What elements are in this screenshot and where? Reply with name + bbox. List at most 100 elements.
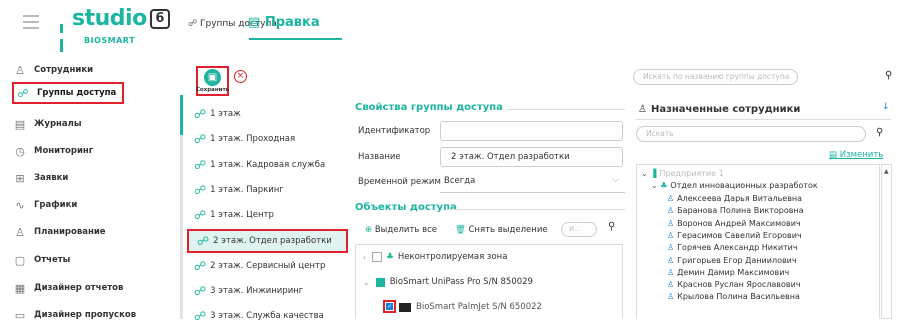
building-icon: ▐ xyxy=(650,169,657,178)
tree-row-label: BioSmart UniPass Pro S/N 850029 xyxy=(389,277,533,287)
employees-tree: ⌄ ▐ Предприятие 1 ⌄ ♣ Отдел инновационных … xyxy=(636,164,880,319)
device-icon xyxy=(399,302,411,312)
employee-row[interactable]: ♙ Воронов Андрей Максимович xyxy=(667,219,801,228)
group-list-item[interactable]: ☍ 1 этаж. Центр xyxy=(186,203,350,227)
chevron-right-icon[interactable]: › xyxy=(363,253,366,262)
group-list-item-label: 3 этаж. Служба качества xyxy=(210,311,324,322)
sidebar-item-label: Мониторинг xyxy=(34,146,94,156)
sidebar-item-0[interactable]: ♙ Сотрудники xyxy=(13,59,173,81)
group-list-item[interactable]: ☍ 2 этаж. Сервисный центр xyxy=(186,254,350,278)
sidebar-item-7[interactable]: ▢ Отчеты xyxy=(13,249,173,271)
tree-row-department[interactable]: ⌄ ♣ Отдел инновационных разработок xyxy=(651,181,818,190)
search-icon[interactable]: ⚲ xyxy=(876,127,883,138)
report-designer-icon: ▦ xyxy=(14,281,26,295)
edit-link-label: Изменить xyxy=(839,150,884,160)
group-list-item[interactable]: ☍ 1 этаж xyxy=(186,102,350,126)
tree-row-label: BioSmart PalmJet S/N 650022 xyxy=(416,302,542,312)
menu-icon[interactable] xyxy=(23,15,39,29)
cancel-button[interactable]: × xyxy=(234,70,247,83)
scroll-up-icon[interactable]: ▲ xyxy=(884,168,889,175)
logo-subtitle: BIOSMART xyxy=(84,36,136,45)
tree-row[interactable]: ⌄ BioSmart UniPass Pro S/N 850029 xyxy=(363,277,533,287)
objects-title-line xyxy=(447,209,625,210)
select-all-button[interactable]: ⊕ Выделить все xyxy=(365,225,437,235)
employee-name: Герасимов Савелий Егорович xyxy=(677,230,802,240)
sidebar-item-8[interactable]: ▦ Дизайнер отчетов xyxy=(13,277,173,299)
tree-row-enterprise[interactable]: ⌄ ▐ Предприятие 1 xyxy=(641,169,724,178)
pass-designer-icon: ▭ xyxy=(14,308,26,322)
employee-row[interactable]: ♙ Григорьев Егор Даниилович xyxy=(667,256,797,265)
tree-row[interactable]: BioSmart PalmJet S/N 650022 xyxy=(399,302,542,312)
sidebar-item-2[interactable]: ▤ Журналы xyxy=(13,113,173,135)
monitor-icon: ◷ xyxy=(15,144,25,158)
tab-edit[interactable]: ▤ Правка xyxy=(248,15,320,30)
objects-search-input[interactable]: И... xyxy=(561,222,597,237)
employee-row[interactable]: ♙ Крылова Полина Васильевна xyxy=(667,292,800,301)
report-icon: ▢ xyxy=(14,253,26,267)
search-icon[interactable]: ⚲ xyxy=(885,70,892,81)
department-icon: ♣ xyxy=(660,181,668,190)
group-icon: ☍ xyxy=(194,132,207,147)
employee-row[interactable]: ♙ Горячев Александр Никитич xyxy=(667,243,798,252)
checkbox-checked[interactable]: ✓ xyxy=(383,300,396,313)
employee-row[interactable]: ♙ Баранова Полина Викторовна xyxy=(667,206,804,215)
employee-row[interactable]: ♙ Алексеева Дарья Витальевна xyxy=(667,194,802,203)
group-list-item[interactable]: ☍ 1 этаж. Проходная xyxy=(186,127,350,151)
person-icon: ♙ xyxy=(667,194,675,203)
sidebar-item-9[interactable]: ▭ Дизайнер пропусков xyxy=(13,304,173,326)
group-list-item[interactable]: ☍ 3 этаж. Инжиниринг xyxy=(186,279,350,303)
group-list-item-label: 1 этаж. Проходная xyxy=(210,134,296,145)
employee-name: Горячев Александр Никитич xyxy=(677,243,798,253)
properties-title: Свойства группы доступа xyxy=(355,102,503,113)
chevron-down-icon[interactable]: ⌄ xyxy=(641,169,648,178)
chevron-down-icon[interactable]: ⌄ xyxy=(363,278,370,287)
chevron-down-icon: ⌵ xyxy=(612,175,619,185)
group-icon: ☍ xyxy=(194,107,207,121)
device-icon xyxy=(375,277,385,287)
group-icon: ☍ xyxy=(188,19,198,29)
chevron-down-icon[interactable]: ⌄ xyxy=(651,181,658,190)
top-bar: studio 6 BIOSMART ☍ Группы доступа ▤ Прав… xyxy=(0,0,900,52)
select-all-label: Выделить все xyxy=(374,225,438,235)
sidebar-item-4[interactable]: ⊞ Заявки xyxy=(13,167,173,189)
schedule-icon: ∿ xyxy=(15,198,25,212)
id-input[interactable] xyxy=(440,121,623,141)
checkbox[interactable] xyxy=(372,252,383,262)
sidebar-item-5[interactable]: ∿ Графики xyxy=(13,194,173,216)
id-label: Идентификатор xyxy=(358,126,431,136)
group-icon: ☍ xyxy=(194,258,207,273)
employee-search-input[interactable]: Искать xyxy=(636,126,866,142)
properties-title-line xyxy=(507,109,625,110)
employee-row[interactable]: ♙ Демин Дамир Максимович xyxy=(667,268,789,277)
name-input[interactable]: 2 этаж. Отдел разработки xyxy=(440,147,623,167)
sidebar-item-6[interactable]: ♙ Планирование xyxy=(13,221,173,243)
group-search-input[interactable]: Искать по названию группы доступа xyxy=(633,69,798,85)
time-mode-select[interactable]: Всегда ⌵ xyxy=(440,173,625,193)
group-list-item-label: 1 этаж xyxy=(210,109,241,119)
group-list-item[interactable]: ☍ 1 этаж. Паркинг xyxy=(186,178,350,202)
person-icon: ♙ xyxy=(667,206,675,216)
sidebar-item-1[interactable]: ☍ Группы доступа xyxy=(12,82,124,104)
group-list-item[interactable]: ☍ 3 этаж. Служба качества xyxy=(186,304,350,328)
person-icon: ♙ xyxy=(667,255,675,265)
journal-icon: ▤ xyxy=(14,117,26,131)
group-list-item-label: 1 этаж. Кадровая служба xyxy=(210,159,326,170)
search-icon[interactable]: ⚲ xyxy=(608,221,615,232)
group-list-item[interactable]: ☍ 2 этаж. Отдел разработки xyxy=(187,228,348,253)
save-button[interactable]: ▣ Сохранить xyxy=(196,66,229,96)
deselect-button[interactable]: 🗑 Снять выделение xyxy=(455,225,548,235)
group-list-item-label: 1 этаж. Паркинг xyxy=(210,184,284,195)
employee-row[interactable]: ♙ Герасимов Савелий Егорович xyxy=(667,231,802,240)
tab-active-indicator xyxy=(249,38,342,40)
group-list-item[interactable]: ☍ 1 этаж. Кадровая служба xyxy=(186,153,350,177)
arrow-down-icon[interactable]: ↓ xyxy=(882,102,890,112)
sidebar-item-label: Графики xyxy=(34,200,78,210)
tree-row[interactable]: › ♣ Неконтролируемая зона xyxy=(363,252,507,262)
enterprise-label: Предприятие 1 xyxy=(659,169,724,178)
employee-name: Демин Дамир Максимович xyxy=(677,267,790,277)
scrollbar[interactable]: ▲ xyxy=(881,164,892,319)
employee-row[interactable]: ♙ Краснов Руслан Ярославович xyxy=(667,280,801,289)
person-icon: ♙ xyxy=(638,104,647,115)
edit-link[interactable]: ▤ Изменить xyxy=(829,150,883,160)
sidebar-item-3[interactable]: ◷ Мониторинг xyxy=(13,140,173,162)
